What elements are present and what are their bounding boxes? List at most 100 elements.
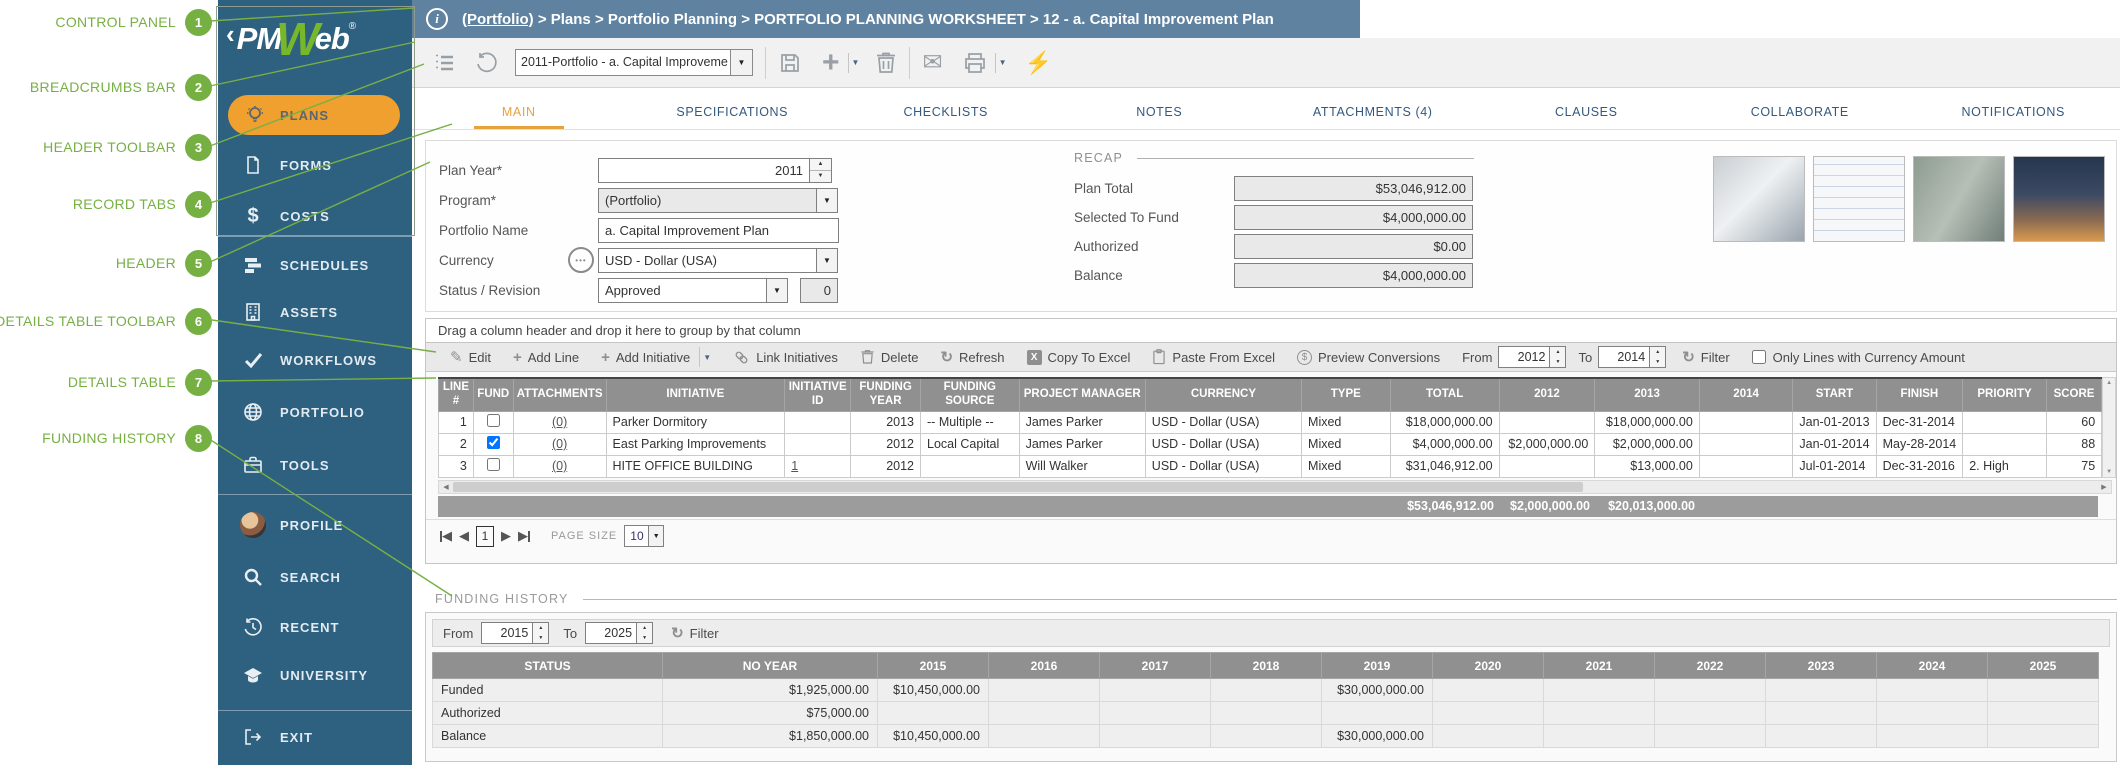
from-year-input[interactable]: 2012 — [1498, 346, 1551, 368]
column-header[interactable]: SCORE — [2045, 377, 2103, 412]
fund-checkbox[interactable] — [486, 414, 500, 428]
column-header[interactable]: 2023 — [1765, 652, 1877, 679]
filter-button[interactable]: ↻ Filter — [1682, 348, 1729, 366]
sidebar-item-workflows[interactable]: WORKFLOWS — [218, 346, 412, 374]
funding-from-stepper[interactable]: ▲ ▼ — [533, 622, 550, 644]
tab-specifications[interactable]: SPECIFICATIONS — [626, 88, 840, 129]
to-year-input[interactable]: 2014 — [1598, 346, 1651, 368]
sidebar-item-portfolio[interactable]: PORTFOLIO — [218, 398, 412, 426]
tab-clauses[interactable]: CLAUSES — [1480, 88, 1694, 129]
column-header[interactable]: TOTAL — [1389, 377, 1500, 412]
column-header[interactable]: 2015 — [877, 652, 989, 679]
sidebar-item-search[interactable]: SEARCH — [218, 563, 412, 591]
fund-checkbox[interactable] — [486, 436, 500, 450]
column-header[interactable]: CURRENCY — [1144, 377, 1303, 412]
funding-from-input[interactable]: 2015 — [481, 622, 534, 644]
tab-notifications[interactable]: NOTIFICATIONS — [1907, 88, 2120, 129]
funding-filter-button[interactable]: ↻ Filter — [671, 624, 718, 642]
tab-collaborate[interactable]: COLLABORATE — [1693, 88, 1907, 129]
sidebar-item-university[interactable]: UNIVERSITY — [218, 661, 412, 689]
column-header[interactable]: TYPE — [1301, 377, 1391, 412]
funding-to-stepper[interactable]: ▲ ▼ — [637, 622, 654, 644]
column-header[interactable]: FUNDING YEAR — [850, 377, 922, 412]
sidebar-item-schedules[interactable]: SCHEDULES — [218, 251, 412, 279]
cell-link[interactable]: (0) — [552, 459, 567, 473]
collapse-sidebar-icon[interactable]: ‹ — [226, 19, 235, 49]
table-row[interactable]: 2 (0) East Parking Improvements 2012 Local C… — [438, 432, 2103, 456]
column-header[interactable]: FUNDING SOURCE — [920, 377, 1020, 412]
preview-conversions-button[interactable]: $ Preview Conversions — [1297, 349, 1440, 365]
table-row[interactable]: Authorized $75,000.00 — [432, 701, 2099, 725]
column-header[interactable]: STATUS — [432, 652, 663, 679]
column-header[interactable]: 2013 — [1594, 377, 1700, 412]
attachment-thumbnail-drawing[interactable] — [1813, 156, 1905, 242]
sidebar-item-tools[interactable]: TOOLS — [218, 451, 412, 479]
column-header[interactable]: ATTACHMENTS — [512, 377, 607, 412]
funding-to-input[interactable]: 2025 — [585, 622, 638, 644]
only-lines-checkbox[interactable] — [1751, 350, 1766, 364]
checklist-icon[interactable] — [433, 51, 457, 75]
cell-link[interactable]: (0) — [552, 415, 567, 429]
next-page-button[interactable]: ▶ — [501, 528, 511, 544]
plan-year-stepper[interactable]: ▲ ▼ — [810, 157, 832, 183]
save-button[interactable] — [778, 51, 802, 75]
add-record-button[interactable]: + — [822, 46, 840, 80]
attachment-thumbnail-skyline[interactable] — [2013, 156, 2105, 242]
column-header[interactable]: 2022 — [1654, 652, 1766, 679]
fund-checkbox[interactable] — [486, 458, 500, 472]
currency-more-button[interactable]: ••• — [568, 247, 594, 273]
delete-line-button[interactable]: Delete — [860, 349, 918, 365]
tab-main[interactable]: MAIN — [412, 88, 626, 129]
column-header[interactable]: 2021 — [1543, 652, 1655, 679]
status-select[interactable]: Approved ▼ — [598, 277, 788, 303]
tab-notes[interactable]: NOTES — [1053, 88, 1267, 129]
currency-select[interactable]: USD - Dollar (USA) ▼ — [598, 247, 838, 273]
program-select[interactable]: (Portfolio) ▼ — [598, 187, 838, 213]
refresh-button[interactable]: ↻ Refresh — [940, 348, 1004, 366]
column-header[interactable]: LINE # — [438, 377, 474, 412]
column-header[interactable]: 2012 — [1498, 377, 1596, 412]
workflow-lightning-icon[interactable]: ⚡ — [1024, 50, 1051, 76]
column-header[interactable]: 2020 — [1432, 652, 1544, 679]
table-row[interactable]: 1 (0) Parker Dormitory 2013 -- Multiple -- Ja… — [438, 410, 2103, 434]
sidebar-item-plans[interactable]: PLANS — [228, 95, 400, 135]
column-header[interactable]: FINISH — [1875, 377, 1964, 412]
add-initiative-caret-icon[interactable]: ▼ — [703, 353, 711, 362]
column-header[interactable]: 2024 — [1876, 652, 1988, 679]
column-header[interactable]: 2019 — [1321, 652, 1433, 679]
email-button[interactable]: ✉ — [922, 48, 942, 77]
info-icon[interactable]: i — [426, 8, 448, 30]
table-row[interactable]: $53,046,912.00 $2,000,000.00 $20,013,000.0… — [438, 495, 2098, 517]
sidebar-item-assets[interactable]: ASSETS — [218, 298, 412, 326]
column-header[interactable]: 2016 — [988, 652, 1100, 679]
cell-link[interactable]: 1 — [791, 459, 798, 473]
add-initiative-button[interactable]: + Add Initiative — [601, 349, 690, 366]
column-header[interactable]: 2025 — [1987, 652, 2099, 679]
sidebar-item-exit[interactable]: EXIT — [218, 723, 412, 751]
record-selector[interactable]: 2011-Portfolio - a. Capital Improveme ▼ — [515, 49, 753, 76]
sidebar-item-profile[interactable]: PROFILE — [218, 511, 412, 539]
column-header[interactable]: 2018 — [1210, 652, 1322, 679]
group-by-drop-zone[interactable]: Drag a column header and drop it here to… — [426, 319, 2116, 343]
to-year-stepper[interactable]: ▲ ▼ — [1650, 346, 1667, 368]
column-header[interactable]: INITIATIVE — [605, 377, 786, 412]
add-line-button[interactable]: + Add Line — [513, 349, 579, 366]
print-caret-icon[interactable]: ▼ — [999, 58, 1007, 67]
add-record-caret-icon[interactable]: ▼ — [852, 58, 860, 67]
horizontal-scrollbar[interactable]: ◀ ▶ — [438, 479, 2112, 494]
link-initiatives-button[interactable]: Link Initiatives — [733, 349, 838, 366]
breadcrumb-portfolio-link[interactable]: (Portfolio) — [462, 11, 534, 28]
column-header[interactable]: INITIATIVE ID — [784, 377, 852, 412]
attachment-thumbnail-aerial[interactable] — [1913, 156, 2005, 242]
column-header[interactable]: START — [1792, 377, 1877, 412]
plan-year-input[interactable]: 2011 — [598, 157, 810, 183]
edit-button[interactable]: ✎ Edit — [450, 348, 491, 366]
tab-attachments[interactable]: ATTACHMENTS (4) — [1266, 88, 1480, 129]
cell-link[interactable]: (0) — [552, 437, 567, 451]
page-size-select[interactable]: 10 ▼ — [624, 525, 665, 548]
table-row[interactable]: Funded $1,925,000.00 $10,450,000.00 $30,000… — [432, 678, 2099, 702]
column-header[interactable]: 2017 — [1099, 652, 1211, 679]
table-row[interactable]: Balance $1,850,000.00 $10,450,000.00 $30,00… — [432, 724, 2099, 748]
attachment-thumbnail-rendering[interactable] — [1713, 156, 1805, 242]
print-button[interactable] — [963, 51, 987, 75]
